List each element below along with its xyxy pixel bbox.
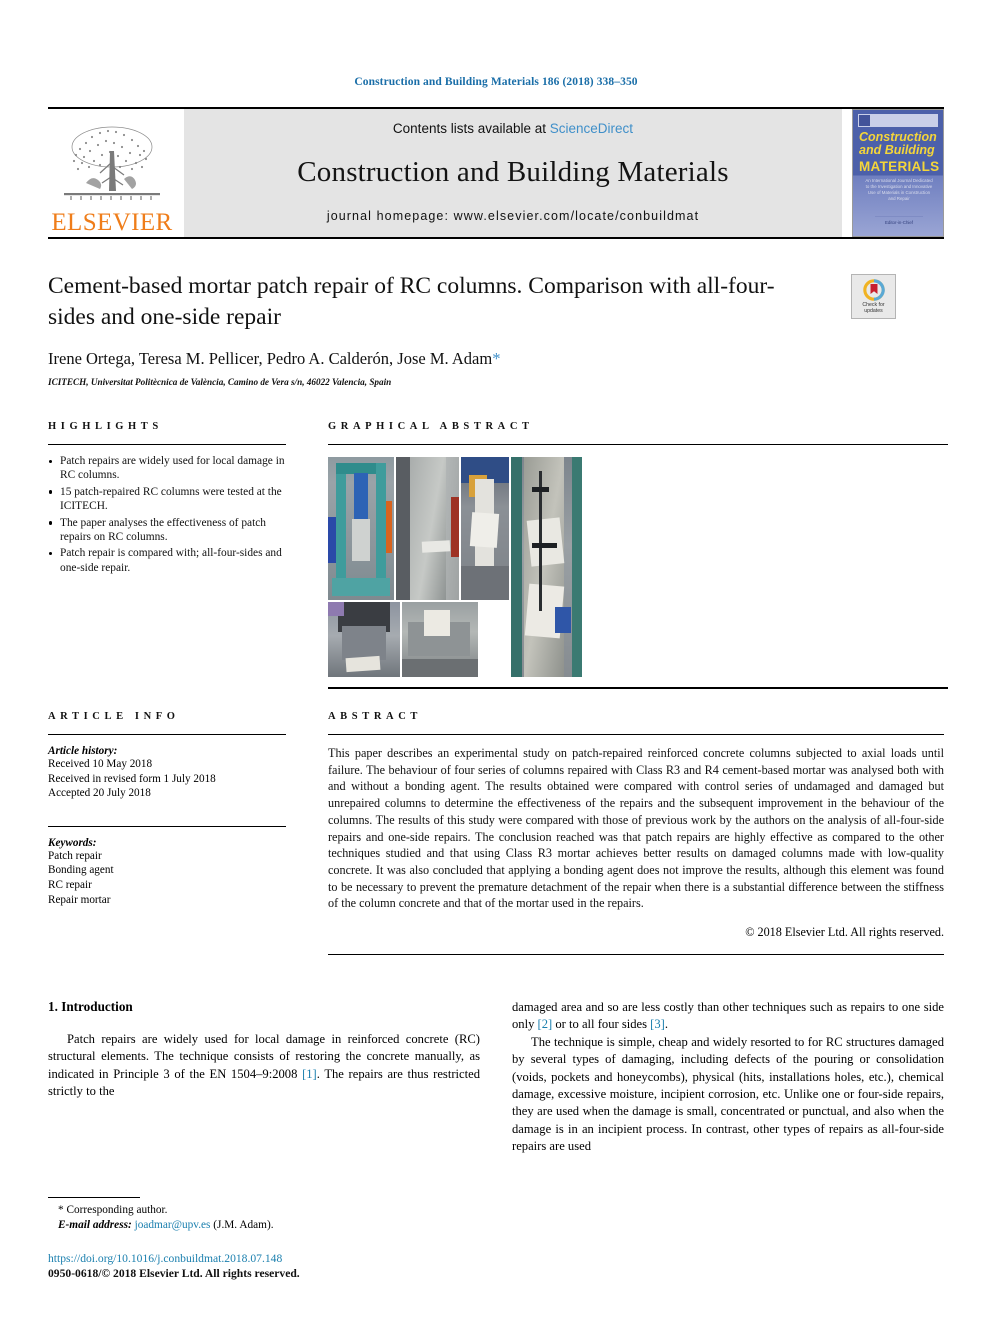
keyword-item: RC repair: [48, 878, 92, 891]
masthead-bottom-rule: [48, 237, 944, 239]
article-history-received: Received 10 May 2018: [48, 758, 153, 770]
abstract-rule: [328, 734, 944, 735]
elsevier-wordmark: ELSEVIER: [51, 209, 173, 236]
email-note: E-mail address: joadmar@upv.es (J.M. Ada…: [48, 1218, 478, 1233]
cover-title-line-2: and Building: [859, 143, 935, 157]
journal-homepage-link[interactable]: journal homepage: www.elsevier.com/locat…: [327, 209, 699, 223]
graphical-abstract-column: GRAPHICAL ABSTRACT: [328, 421, 948, 689]
journal-cover-thumbnail[interactable]: Construction and Building MATERIALS An I…: [852, 109, 944, 237]
contents-prefix: Contents lists available at: [392, 121, 547, 136]
intro-paragraph-right-cont: damaged area and so are less costly than…: [512, 999, 944, 1034]
contents-available-line: Contents lists available at ScienceDirec…: [393, 121, 633, 136]
citation-ref-1[interactable]: [1]: [302, 1067, 317, 1081]
keywords-block: Keywords: Patch repair Bonding agent RC …: [48, 837, 286, 907]
column-surface-photo: [396, 457, 459, 600]
intro-right-text-c: .: [664, 1017, 669, 1032]
intro-paragraph-2: The technique is simple, cheap and widel…: [512, 1034, 944, 1154]
crossmark-label-line-2: updates: [864, 308, 883, 314]
body-column-left: 1. Introduction Patch repairs are widely…: [48, 999, 480, 1156]
test-rig-photo: [328, 457, 394, 600]
citation-ref-2[interactable]: [2]: [538, 1017, 553, 1031]
article-history-accepted: Accepted 20 July 2018: [48, 787, 151, 800]
keywords-separator: [48, 825, 286, 827]
keyword-item: Patch repair: [48, 849, 102, 862]
elsevier-tree-icon: [64, 126, 160, 200]
abstract-body: This paper describes an experimental stu…: [328, 746, 944, 911]
article-page: Construction and Building Materials 186 …: [0, 0, 992, 1323]
list-item: Patch repair is compared with; all-four-…: [48, 546, 286, 575]
author-list: Irene Ortega, Teresa M. Pellicer, Pedro …: [48, 349, 944, 369]
keywords-label: Keywords:: [48, 836, 97, 849]
author-names: Irene Ortega, Teresa M. Pellicer, Pedro …: [48, 349, 493, 368]
intro-paragraph-left: Patch repairs are widely used for local …: [48, 1031, 480, 1101]
author-affiliation: ICITECH, Universitat Politècnica de Valè…: [48, 377, 392, 387]
email-owner: (J.M. Adam).: [213, 1219, 274, 1231]
article-history-label: Article history:: [48, 745, 118, 757]
abstract-bottom-rule: [328, 954, 944, 956]
masthead-center-panel: Contents lists available at ScienceDirec…: [184, 109, 842, 237]
column-repair-detail-photo: [461, 457, 509, 600]
article-info-heading: ARTICLE INFO: [48, 711, 180, 722]
keyword-item: Repair mortar: [48, 893, 111, 906]
body-column-right: damaged area and so are less costly than…: [512, 999, 944, 1156]
journal-title: Construction and Building Materials: [297, 156, 729, 188]
cover-elsevier-mark-icon: [859, 115, 870, 126]
article-info-column: ARTICLE INFO Article history: Received 1…: [48, 711, 286, 955]
graphical-abstract-row-top: [328, 457, 582, 677]
article-history-revised: Received in revised form 1 July 2018: [48, 772, 216, 785]
crossmark-icon: [862, 279, 885, 301]
section-heading-introduction: 1. Introduction: [48, 999, 133, 1015]
body-columns: 1. Introduction Patch repairs are widely…: [48, 999, 944, 1156]
elsevier-logo: ELSEVIER: [48, 109, 176, 237]
article-title: Cement-based mortar patch repair of RC c…: [48, 273, 775, 330]
sciencedirect-link[interactable]: ScienceDirect: [550, 121, 633, 136]
highlights-column: HIGHLIGHTS Patch repairs are widely used…: [48, 421, 286, 689]
abstract-column: ABSTRACT This paper describes an experim…: [328, 711, 944, 956]
column-crushed-top-photo: [328, 602, 400, 677]
abstract-copyright: © 2018 Elsevier Ltd. All rights reserved…: [745, 925, 944, 940]
highlights-and-graphical-abstract: HIGHLIGHTS Patch repairs are widely used…: [48, 421, 948, 689]
corresponding-author-marker: *: [492, 349, 501, 368]
issn-copyright-line: 0950-0618/© 2018 Elsevier Ltd. All right…: [48, 1267, 300, 1280]
graphical-abstract-bottom-rule: [328, 687, 948, 689]
email-link[interactable]: joadmar@upv.es: [135, 1219, 211, 1231]
crossmark-label: Check for updates: [862, 302, 884, 314]
abstract-heading: ABSTRACT: [328, 711, 422, 722]
list-item: The paper analyses the effectiveness of …: [48, 516, 286, 545]
cover-subtitle: An International Journal Dedicated to th…: [865, 178, 933, 201]
highlights-heading: HIGHLIGHTS: [48, 421, 163, 432]
citation-ref-3[interactable]: [3]: [650, 1017, 665, 1031]
list-item: 15 patch-repaired RC columns were tested…: [48, 485, 286, 514]
article-info-rule: [48, 734, 286, 735]
highlights-rule: [48, 444, 286, 445]
list-item: Patch repairs are widely used for local …: [48, 454, 286, 483]
email-label: E-mail address:: [58, 1219, 132, 1231]
footnote-rule: [48, 1197, 140, 1198]
doi-link[interactable]: https://doi.org/10.1016/j.conbuildmat.20…: [48, 1251, 478, 1266]
cover-footer: Editor-in-Chief: [875, 216, 923, 225]
graphical-abstract-figure: [328, 457, 582, 677]
page-footnote: * Corresponding author. E-mail address: …: [48, 1197, 478, 1281]
cover-top-bar: [858, 114, 938, 127]
journal-masthead: ELSEVIER Contents lists available at Sci…: [48, 107, 944, 237]
highlights-list: Patch repairs are widely used for local …: [48, 454, 286, 575]
instrumented-column-photo: [511, 457, 582, 677]
running-head: Construction and Building Materials 186 …: [354, 76, 638, 88]
corresponding-author-note: * Corresponding author.: [58, 1204, 168, 1216]
doi-block: https://doi.org/10.1016/j.conbuildmat.20…: [48, 1251, 478, 1281]
article-info-and-abstract: ARTICLE INFO Article history: Received 1…: [48, 711, 944, 956]
keyword-item: Bonding agent: [48, 864, 114, 877]
crossmark-badge[interactable]: Check for updates: [851, 274, 896, 319]
concrete-spalling-photo: [402, 602, 478, 677]
intro-right-text-b: or to all four sides: [552, 1017, 651, 1032]
cover-title-line-3: MATERIALS: [859, 159, 940, 174]
graphical-abstract-heading: GRAPHICAL ABSTRACT: [328, 421, 534, 432]
title-block: Cement-based mortar patch repair of RC c…: [48, 271, 944, 387]
article-history-block: Article history: Received 10 May 2018 Re…: [48, 745, 286, 801]
graphical-abstract-rule: [328, 444, 948, 445]
